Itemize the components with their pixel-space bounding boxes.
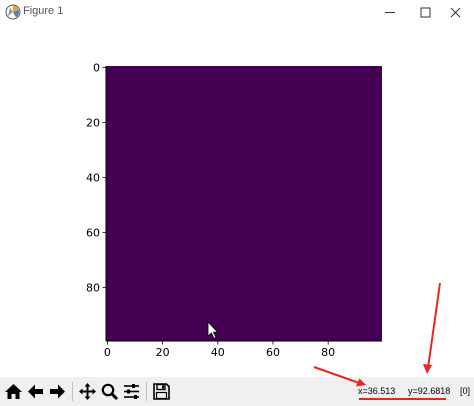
y-tick-label: 60: [86, 226, 100, 239]
minimize-icon: [385, 12, 395, 13]
x-tick-label: 0: [104, 346, 111, 359]
cursor-y-coordinate: y=92.6818: [408, 386, 451, 396]
home-icon: [5, 384, 22, 399]
pan-button[interactable]: [77, 381, 98, 402]
image-area[interactable]: [106, 66, 382, 341]
save-icon: [153, 383, 170, 400]
pan-icon: [79, 383, 96, 400]
pixel-value: [0]: [460, 386, 471, 396]
toolbar-separator: [72, 382, 73, 401]
x-tick-label: 40: [211, 346, 225, 359]
image-plot[interactable]: 0 20 40 60 80 0 20 40 60 80: [0, 25, 474, 377]
window-title: Figure 1: [23, 5, 64, 17]
navigation-toolbar: x=36.513 y=92.6818 [0]: [0, 377, 474, 406]
y-tick-label: 40: [86, 171, 100, 184]
x-tick-label: 80: [321, 346, 335, 359]
x-tick-label: 20: [156, 346, 170, 359]
forward-button[interactable]: [47, 381, 68, 402]
window-titlebar: Figure 1: [0, 0, 474, 25]
y-tick-label: 0: [93, 61, 100, 74]
toolbar-separator: [146, 382, 147, 401]
home-button[interactable]: [3, 381, 24, 402]
forward-icon: [50, 384, 65, 399]
x-tick-label: 60: [266, 346, 280, 359]
y-tick-label: 20: [86, 116, 100, 129]
minimize-button[interactable]: [372, 0, 408, 25]
configure-subplots-button[interactable]: [121, 381, 142, 402]
close-button[interactable]: [438, 0, 474, 25]
configure-subplots-icon: [124, 384, 139, 399]
back-icon: [28, 384, 43, 399]
zoom-button[interactable]: [99, 381, 120, 402]
y-tick-label: 80: [86, 281, 100, 294]
figure-canvas[interactable]: 0 20 40 60 80 0 20 40 60 80: [0, 25, 474, 377]
y-axis: 0 20 40 60 80: [86, 61, 107, 341]
back-button[interactable]: [25, 381, 46, 402]
cursor-x-coordinate: x=36.513: [358, 386, 396, 396]
close-icon: [450, 7, 461, 18]
save-button[interactable]: [151, 381, 172, 402]
x-axis: 0 20 40 60 80: [104, 340, 382, 359]
matplotlib-icon: [5, 4, 21, 20]
zoom-icon: [101, 383, 119, 401]
